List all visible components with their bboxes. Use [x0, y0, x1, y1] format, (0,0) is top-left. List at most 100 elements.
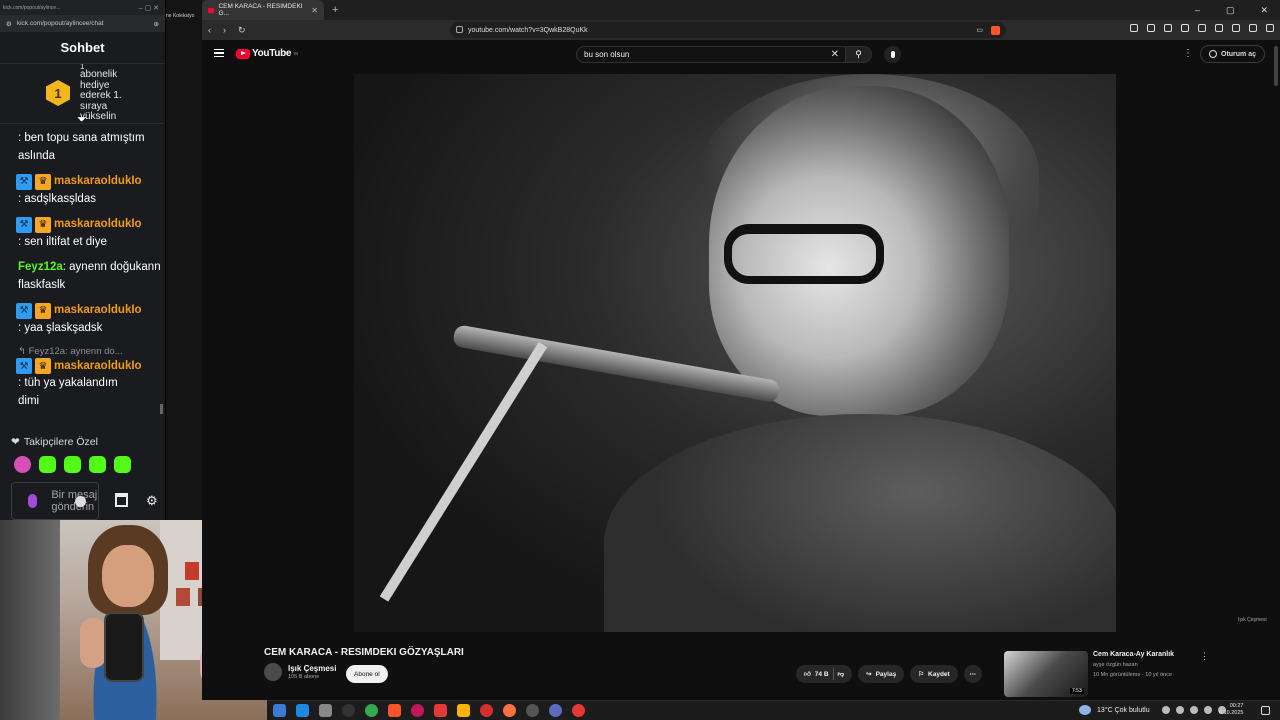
- username[interactable]: maskaraoldukIo: [54, 302, 142, 320]
- followers-text: Takipçilere Özel: [23, 436, 98, 448]
- window-controls[interactable]: – ▢ ✕: [139, 4, 165, 12]
- github-app-icon[interactable]: [342, 704, 355, 717]
- flower-emote-icon[interactable]: [14, 456, 31, 473]
- extension-icon[interactable]: [1164, 24, 1172, 32]
- scroll-down-icon[interactable]: ⏷: [77, 112, 87, 123]
- microphone-icon[interactable]: [28, 494, 38, 508]
- chat-scrollbar[interactable]: [160, 404, 163, 414]
- dislike-icon[interactable]: 👎︎: [838, 670, 845, 678]
- chat-user-line: ⚒ ♛ maskaraoldukIo: [16, 173, 165, 191]
- username[interactable]: Feyz12a: [18, 261, 63, 273]
- username[interactable]: maskaraoldukIo: [54, 173, 142, 191]
- chat-input[interactable]: Bir mesaj gönderin: [11, 482, 99, 520]
- forward-icon[interactable]: ›: [223, 25, 226, 35]
- new-tab-icon[interactable]: +: [332, 4, 338, 16]
- chrome-app-icon[interactable]: [365, 704, 378, 717]
- app-icon[interactable]: [434, 704, 447, 717]
- zoom-icon[interactable]: ⊕: [154, 20, 159, 28]
- brave-app-icon[interactable]: [388, 704, 401, 717]
- more-actions-button[interactable]: ⋯: [963, 665, 982, 683]
- emote-icon[interactable]: [39, 456, 56, 473]
- maximize-icon[interactable]: ▢: [1226, 5, 1235, 16]
- emoji-icon[interactable]: [75, 496, 86, 507]
- app-icon[interactable]: [526, 704, 539, 717]
- notification-icon[interactable]: [1261, 706, 1270, 715]
- network-icon[interactable]: [1190, 706, 1198, 714]
- system-clock[interactable]: 00:27 6.10.2025: [1219, 703, 1243, 717]
- channel-name[interactable]: Işık Çeşmesi: [288, 664, 336, 674]
- crown-badge-icon: ♛: [35, 302, 51, 319]
- weather-widget[interactable]: 13°C Çok bulutlu: [1079, 705, 1150, 715]
- save-button[interactable]: ⚐ Kaydet: [910, 665, 958, 683]
- minimize-icon[interactable]: –: [1195, 5, 1200, 16]
- settings-gear-icon[interactable]: ⚙: [146, 493, 158, 509]
- username[interactable]: maskaraoldukIo: [54, 358, 142, 376]
- followers-only-label: ❤ Takipçilere Özel: [11, 436, 98, 448]
- brave-shields-icon[interactable]: [991, 25, 1000, 35]
- app-icon[interactable]: [572, 704, 585, 717]
- subscribe-button[interactable]: Abone ol: [346, 665, 388, 683]
- close-window-icon[interactable]: ✕: [1260, 5, 1268, 16]
- discord-app-icon[interactable]: [549, 704, 562, 717]
- extension-icon[interactable]: [1181, 24, 1189, 32]
- taskview-icon[interactable]: [319, 704, 332, 717]
- file-explorer-icon[interactable]: [457, 704, 470, 717]
- moderator-badge-icon: ⚒: [16, 216, 32, 233]
- scrollbar-thumb[interactable]: [1274, 46, 1278, 86]
- sign-in-button[interactable]: Oturum aç: [1200, 45, 1266, 63]
- emote-icon[interactable]: [64, 456, 81, 473]
- moderator-badge-icon: ⚒: [16, 173, 32, 190]
- extension-icon[interactable]: [1147, 24, 1155, 32]
- recommended-title[interactable]: Cem Karaca-Ay Karanlık: [1093, 651, 1174, 658]
- username[interactable]: maskaraoldukIo: [54, 216, 142, 234]
- store-icon[interactable]: [115, 493, 128, 507]
- channel-avatar[interactable]: [264, 663, 282, 681]
- close-tab-icon[interactable]: ✕: [311, 6, 318, 15]
- extension-icon[interactable]: [1232, 24, 1240, 32]
- cast-icon[interactable]: ▭: [976, 26, 983, 35]
- recommended-video[interactable]: 7:53 Cem Karaca-Ay Karanlık ayşe özgün h…: [1004, 651, 1264, 699]
- firefox-app-icon[interactable]: [503, 704, 516, 717]
- search-input[interactable]: bu son olsun ✕: [576, 46, 846, 63]
- volume-icon[interactable]: [1204, 706, 1212, 714]
- extension-icon[interactable]: [1215, 24, 1223, 32]
- page-scrollbar[interactable]: [1272, 40, 1280, 700]
- hamburger-menu-icon[interactable]: [214, 49, 224, 57]
- search-button[interactable]: ⚲: [846, 46, 872, 63]
- extension-icon[interactable]: [1130, 24, 1138, 32]
- tray-icon[interactable]: [1162, 706, 1170, 714]
- tab-bar: CEM KARACA - RESIMDEKI G... ✕ + – ▢ ✕: [202, 0, 1280, 20]
- tray-icon[interactable]: [1176, 706, 1184, 714]
- extension-icon[interactable]: [1249, 24, 1257, 32]
- store-app-icon[interactable]: [273, 704, 286, 717]
- crown-badge-icon: ♛: [35, 358, 51, 375]
- tab-youtube[interactable]: CEM KARACA - RESIMDEKI G... ✕: [202, 0, 324, 20]
- channel-watermark[interactable]: Işık Çeşmesi: [1238, 618, 1267, 623]
- chat-title: Sohbet: [0, 32, 165, 64]
- like-dislike-button[interactable]: 👍︎ 74 B 👎︎: [796, 665, 853, 683]
- kick-url-bar[interactable]: ⚙ kick.com/popout/aylincee/chat ⊕: [0, 15, 165, 32]
- voice-search-button[interactable]: [884, 46, 901, 63]
- emote-icon[interactable]: [89, 456, 106, 473]
- address-bar[interactable]: youtube.com/watch?v=3QwkB28QuKk ▭: [450, 22, 1006, 38]
- back-icon[interactable]: ‹: [208, 25, 211, 35]
- like-icon[interactable]: 👍︎: [804, 670, 811, 678]
- clear-search-icon[interactable]: ✕: [831, 49, 839, 60]
- reload-icon[interactable]: ↻: [238, 25, 246, 36]
- app-icon[interactable]: [480, 704, 493, 717]
- more-icon: ⋯: [969, 671, 976, 678]
- video-player[interactable]: [354, 74, 1116, 632]
- settings-kebab-icon[interactable]: ⋮: [1183, 48, 1193, 59]
- window-controls[interactable]: – ▢ ✕: [1195, 5, 1280, 16]
- share-button[interactable]: ↪ Paylaş: [858, 665, 905, 683]
- recommended-menu-icon[interactable]: ⋮: [1200, 651, 1209, 662]
- outlook-app-icon[interactable]: [296, 704, 309, 717]
- menu-icon[interactable]: [1266, 24, 1274, 32]
- opera-app-icon[interactable]: [411, 704, 424, 717]
- youtube-logo[interactable]: YouTube TR: [236, 48, 298, 59]
- recommended-channel[interactable]: ayşe özgün hazan: [1093, 662, 1138, 668]
- background-tab-label: ne Koleksiyo: [166, 13, 195, 19]
- emote-icon[interactable]: [114, 456, 131, 473]
- extension-icon[interactable]: [1198, 24, 1206, 32]
- site-info-icon[interactable]: [456, 26, 463, 33]
